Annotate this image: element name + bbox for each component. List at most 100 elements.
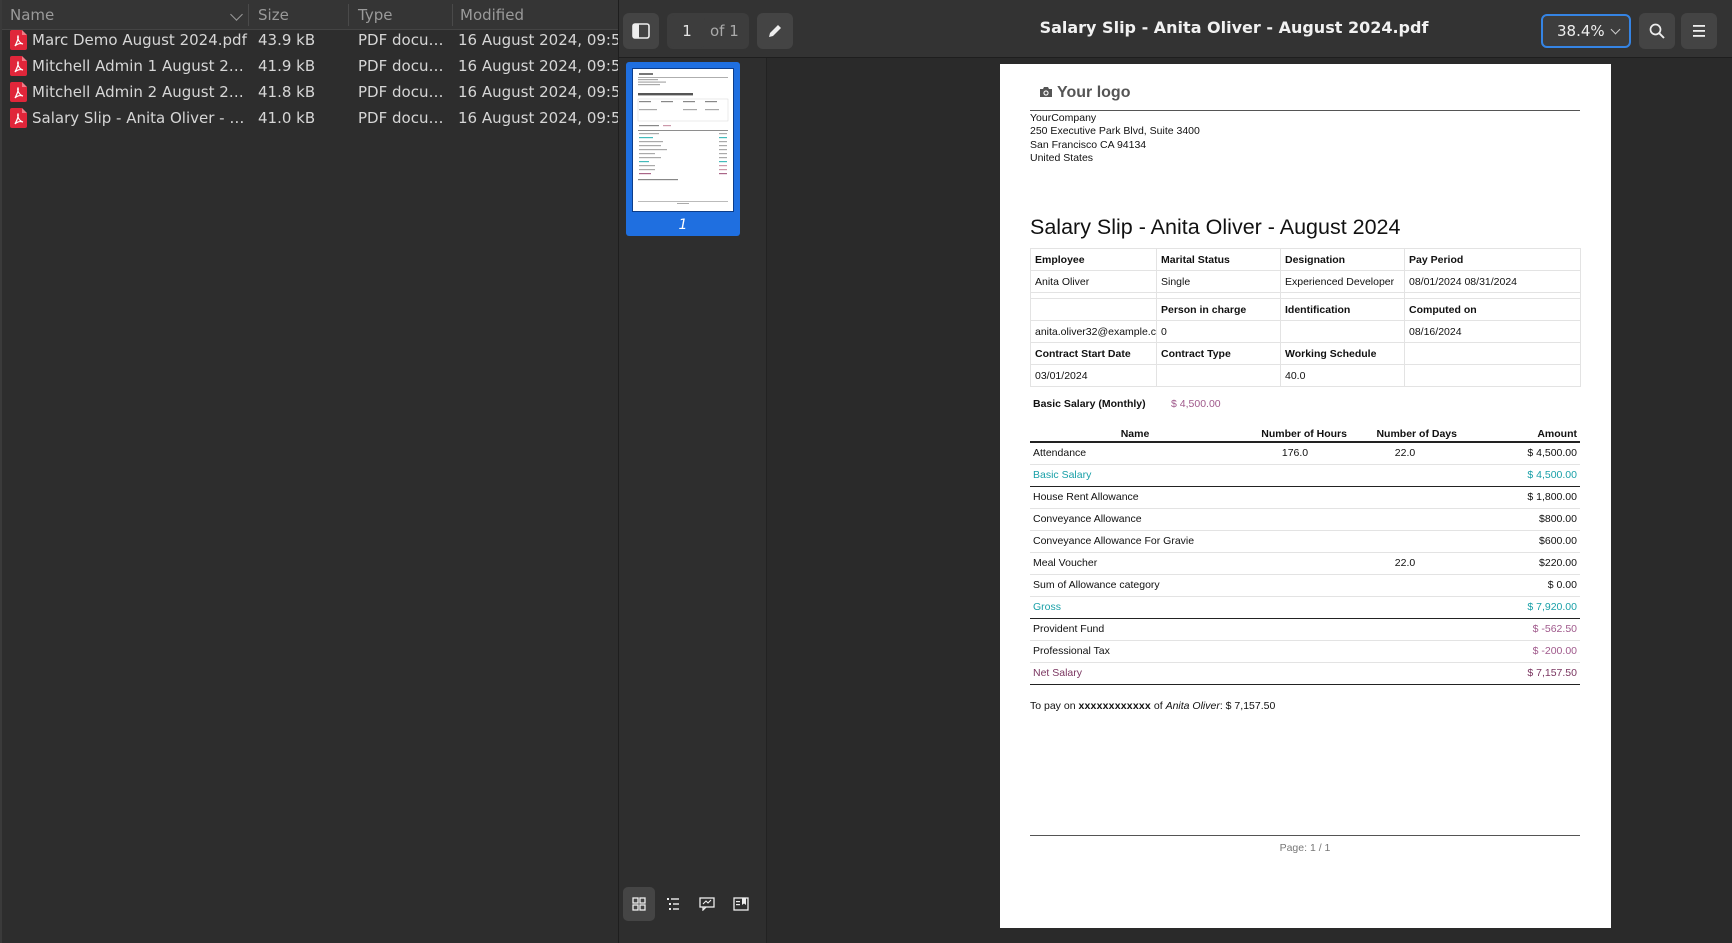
company-logo: Your logo: [1039, 84, 1130, 102]
info-value: [1404, 364, 1581, 387]
camera-icon: [1040, 87, 1052, 97]
annotate-button[interactable]: [757, 13, 793, 49]
slip-title: Salary Slip - Anita Oliver - August 2024: [1030, 215, 1401, 239]
line-name: Attendance: [1030, 442, 1240, 465]
thumbnail-image: [637, 73, 729, 204]
lines-header: Number of Hours: [1240, 426, 1350, 443]
page-thumbnail-selected[interactable]: 1: [626, 62, 740, 236]
file-type: PDF docum…: [358, 57, 450, 75]
payment-account: xxxxxxxxxxxx: [1078, 700, 1151, 712]
outline-tab[interactable]: [657, 887, 689, 921]
thumbnails-tab[interactable]: [623, 887, 655, 921]
pdf-file-icon: [10, 108, 27, 128]
file-manager: Name Size Type Modified Marc Demo August…: [0, 0, 630, 943]
file-type: PDF docum…: [358, 109, 450, 127]
info-value: 0: [1156, 320, 1281, 343]
document-title: Salary Slip - Anita Oliver - August 2024…: [1039, 18, 1429, 37]
search-button[interactable]: [1639, 13, 1675, 49]
logo-text: Your logo: [1057, 84, 1131, 101]
pdf-file-icon: [10, 30, 27, 50]
info-header: Person in charge: [1156, 298, 1281, 321]
file-name: Marc Demo August 2024.pdf: [32, 31, 247, 49]
page-thumbnail-preview: [632, 68, 734, 212]
info-value: [1280, 320, 1405, 343]
line-amount: $ 4,500.00: [1460, 464, 1580, 487]
viewer-toolbar: 1 of 1 Salary Slip - Anita Oliver - Augu…: [619, 0, 1732, 58]
column-size[interactable]: Size: [258, 6, 289, 24]
file-modified: 16 August 2024, 09:55: [458, 83, 631, 101]
salary-line: Provident Fund $ -562.50: [1030, 618, 1580, 641]
column-modified[interactable]: Modified: [460, 6, 524, 24]
line-days: [1350, 574, 1460, 597]
desktop: Name Size Type Modified Marc Demo August…: [0, 0, 1732, 943]
employee-info-table: Employee Marital Status Designation Pay …: [1030, 248, 1581, 387]
file-type: PDF docum…: [358, 83, 450, 101]
document-canvas[interactable]: Your logo YourCompany 250 Executive Park…: [768, 58, 1732, 943]
lines-header: Number of Days: [1350, 426, 1460, 443]
line-days: [1350, 640, 1460, 663]
file-row[interactable]: Salary Slip - Anita Oliver - Augu… 41.0 …: [2, 105, 630, 131]
line-name: Professional Tax: [1030, 640, 1240, 663]
sidebar-toggle-button[interactable]: [623, 13, 659, 49]
payment-prefix: To pay on: [1030, 700, 1076, 712]
line-name: Basic Salary: [1030, 464, 1240, 487]
line-amount: $ -562.50: [1460, 618, 1580, 641]
line-name: Sum of Allowance category: [1030, 574, 1240, 597]
search-icon: [1649, 23, 1665, 39]
zoom-select[interactable]: 38.4%: [1541, 14, 1631, 48]
file-row[interactable]: Mitchell Admin 2 August 2024.… 41.8 kB P…: [2, 79, 630, 105]
info-value: Single: [1156, 270, 1281, 293]
info-header: Contract Start Date: [1030, 342, 1157, 365]
column-separator[interactable]: [348, 4, 349, 26]
info-header: [1404, 342, 1581, 365]
column-type[interactable]: Type: [358, 6, 392, 24]
page-number-input[interactable]: 1: [669, 15, 705, 48]
sort-descending-icon[interactable]: [230, 8, 243, 21]
info-value: Experienced Developer: [1280, 270, 1405, 293]
info-header: [1030, 298, 1157, 321]
column-name[interactable]: Name: [10, 6, 54, 24]
line-amount: $ 0.00: [1460, 574, 1580, 597]
line-days: [1350, 530, 1460, 553]
info-header: Identification: [1280, 298, 1405, 321]
basic-salary-value: $ 4,500.00: [1171, 398, 1221, 410]
file-name: Mitchell Admin 1 August 2024.…: [32, 57, 252, 75]
info-header: Contract Type: [1156, 342, 1281, 365]
bookmark-icon: [733, 897, 749, 911]
file-row[interactable]: Marc Demo August 2024.pdf 43.9 kB PDF do…: [2, 27, 630, 53]
line-amount: $600.00: [1460, 530, 1580, 553]
column-separator[interactable]: [248, 4, 249, 26]
line-hours: [1240, 574, 1350, 597]
file-size: 41.9 kB: [258, 57, 316, 75]
info-header: Designation: [1280, 248, 1405, 271]
file-row[interactable]: Mitchell Admin 1 August 2024.… 41.9 kB P…: [2, 53, 630, 79]
column-separator[interactable]: [452, 4, 453, 26]
line-days: [1350, 464, 1460, 487]
line-days: [1350, 662, 1460, 685]
salary-line: Conveyance Allowance $800.00: [1030, 508, 1580, 531]
list-icon: [667, 898, 679, 910]
pdf-file-icon: [10, 82, 27, 102]
line-hours: [1240, 596, 1350, 619]
salary-line: Basic Salary $ 4,500.00: [1030, 464, 1580, 487]
info-value: anita.oliver32@example.com: [1030, 320, 1157, 343]
salary-line: Gross $ 7,920.00: [1030, 596, 1580, 619]
line-name: Meal Voucher: [1030, 552, 1240, 575]
annotations-tab[interactable]: [691, 887, 723, 921]
info-value: 08/16/2024: [1404, 320, 1581, 343]
file-modified: 16 August 2024, 09:56: [458, 109, 631, 127]
salary-line: Conveyance Allowance For Gravie $600.00: [1030, 530, 1580, 553]
menu-button[interactable]: [1681, 13, 1717, 49]
document-viewer: 1 of 1 Salary Slip - Anita Oliver - Augu…: [618, 0, 1732, 943]
pencil-icon: [769, 25, 781, 37]
line-hours: [1240, 618, 1350, 641]
company-address: YourCompany 250 Executive Park Blvd, Sui…: [1030, 112, 1200, 165]
payment-amount: : $ 7,157.50: [1219, 700, 1276, 712]
footer-rule: [1030, 835, 1580, 836]
file-size: 41.0 kB: [258, 109, 316, 127]
line-days: [1350, 508, 1460, 531]
company-city: San Francisco CA 94134: [1030, 138, 1147, 151]
bookmarks-tab[interactable]: [725, 887, 757, 921]
company-country: United States: [1030, 151, 1094, 164]
line-days: 22.0: [1350, 442, 1460, 465]
